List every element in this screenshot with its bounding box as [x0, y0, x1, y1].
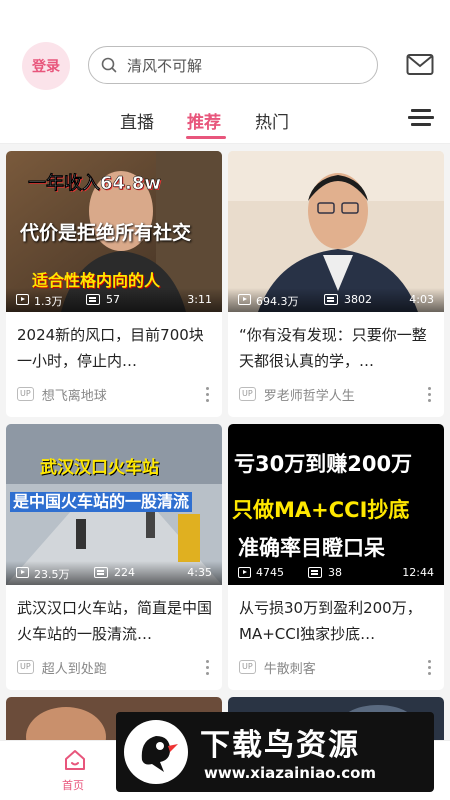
login-button[interactable]: 登录	[22, 42, 70, 90]
author-name[interactable]: 罗老师哲学人生	[264, 385, 355, 404]
video-stats: 694.3万 3802 4:03	[228, 288, 444, 312]
overlay-text: 武汉汉口火车站	[40, 458, 159, 478]
overlay-text: 只做MA+CCI抄底	[232, 498, 410, 522]
video-duration: 3:11	[187, 293, 212, 306]
more-options-icon[interactable]	[428, 387, 432, 403]
author-name[interactable]: 想飞离地球	[42, 385, 107, 404]
overlay-text: 准确率目瞪口呆	[238, 536, 385, 560]
play-count-icon	[16, 294, 29, 305]
video-duration: 12:44	[402, 566, 434, 579]
video-title[interactable]: “你有没有发现：只要你一整天都很认真的学，…	[239, 322, 435, 374]
video-thumbnail[interactable]: 武汉汉口火车站 是中国火车站的一股清流 23.5万 224 4:35	[6, 424, 222, 585]
watermark-url: www.xiazainiao.com	[204, 764, 377, 782]
danmaku-icon	[308, 567, 322, 578]
author-name[interactable]: 牛散刺客	[264, 658, 316, 677]
danmaku-icon	[94, 567, 108, 578]
video-card[interactable]: 武汉汉口火车站 是中国火车站的一股清流 23.5万 224 4:35 武汉汉口火…	[6, 424, 222, 690]
video-duration: 4:35	[187, 566, 212, 579]
more-options-icon[interactable]	[206, 660, 210, 676]
overlay-text: 适合性格内向的人	[32, 271, 161, 290]
up-badge-icon: UP	[17, 387, 34, 401]
author[interactable]: UP 牛散刺客	[239, 657, 316, 677]
danmaku-icon	[86, 294, 100, 305]
danmaku-count: 38	[328, 566, 342, 579]
search-bar[interactable]: 清风不可解	[88, 46, 378, 84]
danmaku-icon	[324, 294, 338, 305]
video-card[interactable]: 694.3万 3802 4:03 “你有没有发现：只要你一整天都很认真的学，… …	[228, 151, 444, 417]
author[interactable]: UP 罗老师哲学人生	[239, 384, 355, 404]
video-title[interactable]: 2024新的风口，目前700块一小时，停止内…	[17, 322, 213, 374]
up-badge-icon: UP	[239, 387, 256, 401]
channel-tabs: 直播 推荐 热门	[0, 96, 450, 144]
author-name[interactable]: 超人到处跑	[42, 658, 107, 677]
video-title[interactable]: 从亏损30万到盈利200万，MA+CCI独家抄底…	[239, 595, 435, 647]
watermark-banner: 下载鸟资源 www.xiazainiao.com	[116, 712, 434, 792]
active-tab-indicator	[186, 136, 226, 139]
video-card[interactable]: 亏30万到赚200万 只做MA+CCI抄底 准确率目瞪口呆 4745 38 12…	[228, 424, 444, 690]
video-stats: 23.5万 224 4:35	[6, 561, 222, 585]
more-options-icon[interactable]	[428, 660, 432, 676]
video-card[interactable]: 一年收入64.8w 代价是拒绝所有社交 适合性格内向的人 1.3万 57 3:1…	[6, 151, 222, 417]
video-thumbnail[interactable]: 亏30万到赚200万 只做MA+CCI抄底 准确率目瞪口呆 4745 38 12…	[228, 424, 444, 585]
overlay-text: 是中国火车站的一股清流	[10, 492, 193, 512]
search-placeholder: 清风不可解	[127, 56, 203, 75]
view-count: 1.3万	[34, 295, 63, 308]
view-count: 4745	[256, 566, 284, 579]
author[interactable]: UP 想飞离地球	[17, 384, 107, 404]
view-count: 23.5万	[34, 568, 70, 581]
video-thumbnail[interactable]: 694.3万 3802 4:03	[228, 151, 444, 312]
header: 登录 清风不可解	[0, 0, 450, 96]
video-title[interactable]: 武汉汉口火车站，简直是中国火车站的一股清流…	[17, 595, 213, 647]
danmaku-count: 224	[114, 566, 135, 579]
more-options-icon[interactable]	[206, 387, 210, 403]
view-count: 694.3万	[256, 295, 299, 308]
play-count-icon	[238, 294, 251, 305]
video-thumbnail[interactable]: 一年收入64.8w 代价是拒绝所有社交 适合性格内向的人 1.3万 57 3:1…	[6, 151, 222, 312]
up-badge-icon: UP	[239, 660, 256, 674]
mail-icon[interactable]	[406, 53, 434, 77]
video-stats: 1.3万 57 3:11	[6, 288, 222, 312]
tab-hot[interactable]: 热门	[255, 108, 289, 133]
video-stats: 4745 38 12:44	[228, 561, 444, 585]
home-icon[interactable]	[64, 749, 86, 771]
tab-live[interactable]: 直播	[120, 108, 154, 133]
author[interactable]: UP 超人到处跑	[17, 657, 107, 677]
play-count-icon	[238, 567, 251, 578]
video-duration: 4:03	[409, 293, 434, 306]
nav-home-label[interactable]: 首页	[62, 777, 84, 793]
danmaku-count: 57	[106, 293, 120, 306]
danmaku-count: 3802	[344, 293, 372, 306]
menu-icon[interactable]	[408, 106, 434, 132]
bird-logo-icon	[124, 720, 188, 784]
search-icon	[101, 57, 117, 73]
overlay-text: 亏30万到赚200万	[234, 452, 413, 476]
overlay-text: 代价是拒绝所有社交	[20, 222, 192, 244]
overlay-text: 一年收入64.8w	[28, 173, 162, 194]
tab-recommend[interactable]: 推荐	[187, 108, 221, 133]
play-count-icon	[16, 567, 29, 578]
up-badge-icon: UP	[17, 660, 34, 674]
watermark-title: 下载鸟资源	[200, 728, 360, 763]
